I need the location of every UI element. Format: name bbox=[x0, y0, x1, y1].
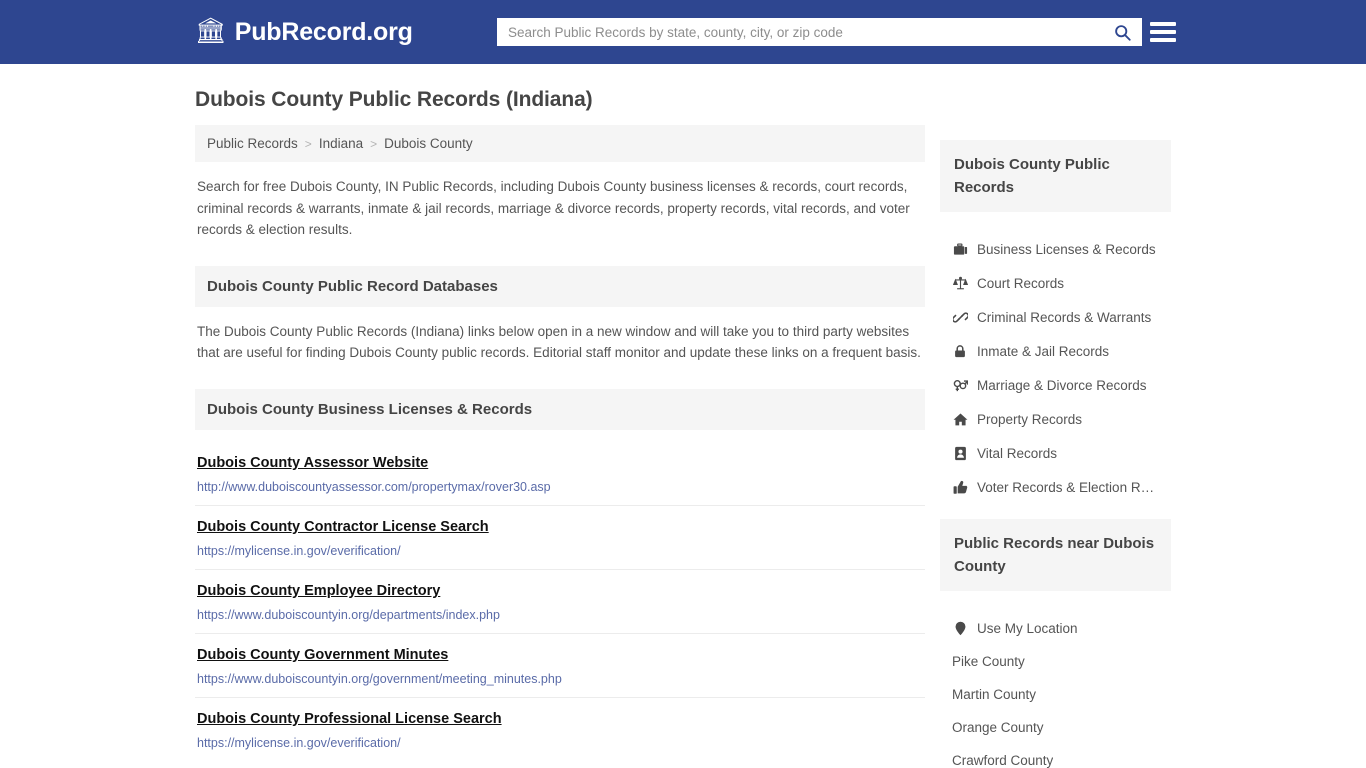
breadcrumb-separator-icon: > bbox=[304, 136, 312, 151]
sidebar-item-label: Martin County bbox=[952, 687, 1037, 702]
venus-mars-icon bbox=[952, 377, 968, 393]
list-item: Dubois County Contractor License Search … bbox=[195, 506, 925, 570]
sidebar-records-list: Business Licenses & Records Court Record… bbox=[940, 227, 1171, 504]
sidebar-panel-title: Dubois County Public Records bbox=[940, 140, 1171, 212]
record-title-link[interactable]: Dubois County Government Minutes bbox=[197, 647, 448, 663]
record-title-link[interactable]: Dubois County Employee Directory bbox=[197, 583, 440, 599]
scales-icon bbox=[952, 275, 968, 291]
breadcrumb: Public Records > Indiana > Dubois County bbox=[195, 125, 925, 162]
databases-paragraph: The Dubois County Public Records (Indian… bbox=[197, 323, 921, 361]
sidebar-item-label: Voter Records & Election R… bbox=[977, 479, 1155, 495]
sidebar-item-crawford-county[interactable]: Crawford County bbox=[940, 744, 1171, 768]
sidebar-item-use-my-location[interactable]: Use My Location bbox=[940, 611, 1171, 645]
sidebar-item-label: Use My Location bbox=[977, 620, 1078, 636]
sidebar-item-label: Pike County bbox=[952, 654, 1025, 669]
hamburger-menu-icon bbox=[1150, 22, 1176, 26]
breadcrumb-separator-icon: > bbox=[370, 136, 378, 151]
sidebar-item-vital-records[interactable]: Vital Records bbox=[940, 436, 1171, 470]
sidebar-item-court-records[interactable]: Court Records bbox=[940, 266, 1171, 300]
breadcrumb-item-indiana[interactable]: Indiana bbox=[319, 136, 363, 151]
breadcrumb-item-public-records[interactable]: Public Records bbox=[207, 136, 298, 151]
sidebar-item-label: Court Records bbox=[977, 275, 1065, 291]
sidebar-item-inmate-jail-records[interactable]: Inmate & Jail Records bbox=[940, 334, 1171, 368]
list-item: Dubois County Government Minutes https:/… bbox=[195, 634, 925, 698]
sidebar-item-business-licenses[interactable]: Business Licenses & Records bbox=[940, 232, 1171, 266]
map-pin-icon bbox=[952, 620, 968, 636]
hamburger-menu-button[interactable] bbox=[1150, 17, 1178, 47]
search-button[interactable] bbox=[1103, 19, 1141, 45]
list-item: Dubois County Employee Directory https:/… bbox=[195, 570, 925, 634]
intro-paragraph: Search for free Dubois County, IN Public… bbox=[197, 179, 910, 237]
record-title-link[interactable]: Dubois County Professional License Searc… bbox=[197, 711, 502, 727]
page-container: Dubois County Public Records (Indiana) P… bbox=[0, 88, 1366, 768]
id-badge-icon bbox=[952, 445, 968, 461]
list-item: Dubois County Professional License Searc… bbox=[195, 698, 925, 761]
breadcrumb-item-dubois-county[interactable]: Dubois County bbox=[384, 136, 473, 151]
page-title: Dubois County Public Records (Indiana) bbox=[195, 88, 593, 111]
lock-icon bbox=[952, 343, 968, 359]
thumbs-up-icon bbox=[952, 479, 968, 495]
bank-icon: 🏛 bbox=[195, 16, 227, 45]
record-url-link[interactable]: http://www.duboiscountyassessor.com/prop… bbox=[197, 480, 923, 494]
record-url-link[interactable]: https://mylicense.in.gov/everification/ bbox=[197, 736, 923, 750]
main-column: Public Records > Indiana > Dubois County… bbox=[195, 125, 925, 768]
sidebar-nearby-list: Use My Location Pike County Martin Count… bbox=[940, 606, 1171, 768]
sidebar: Dubois County Public Records Business Li… bbox=[940, 125, 1171, 768]
sidebar-item-label: Crawford County bbox=[952, 753, 1054, 768]
record-title-link[interactable]: Dubois County Contractor License Search bbox=[197, 519, 489, 535]
sidebar-item-voter-records[interactable]: Voter Records & Election R… bbox=[940, 470, 1171, 504]
record-url-link[interactable]: https://www.duboiscountyin.org/departmen… bbox=[197, 608, 923, 622]
content-layout: Public Records > Indiana > Dubois County… bbox=[195, 125, 1171, 768]
brand-name: PubRecord.org bbox=[234, 17, 413, 46]
sidebar-item-label: Property Records bbox=[977, 411, 1083, 427]
sidebar-item-martin-county[interactable]: Martin County bbox=[940, 678, 1171, 711]
sidebar-item-label: Criminal Records & Warrants bbox=[977, 309, 1152, 325]
record-url-link[interactable]: https://www.duboiscountyin.org/governmen… bbox=[197, 672, 923, 686]
sidebar-panel-title: Public Records near Dubois County bbox=[940, 519, 1171, 591]
handcuffs-icon bbox=[952, 309, 968, 325]
search-input[interactable] bbox=[498, 19, 1103, 45]
record-link-list: Dubois County Assessor Website http://ww… bbox=[195, 442, 925, 761]
home-icon bbox=[952, 411, 968, 427]
search-bar bbox=[497, 18, 1142, 46]
briefcase-icon bbox=[952, 241, 968, 257]
sidebar-panel-records: Dubois County Public Records Business Li… bbox=[940, 140, 1171, 504]
record-url-link[interactable]: https://mylicense.in.gov/everification/ bbox=[197, 544, 923, 558]
record-title-link[interactable]: Dubois County Assessor Website bbox=[197, 455, 428, 471]
section-header-databases: Dubois County Public Record Databases bbox=[195, 265, 925, 307]
hamburger-menu-icon bbox=[1150, 30, 1176, 34]
sidebar-item-label: Inmate & Jail Records bbox=[977, 343, 1110, 359]
sidebar-item-label: Business Licenses & Records bbox=[977, 241, 1156, 257]
sidebar-item-label: Orange County bbox=[952, 720, 1044, 735]
sidebar-item-orange-county[interactable]: Orange County bbox=[940, 711, 1171, 744]
list-item: Dubois County Assessor Website http://ww… bbox=[195, 442, 925, 506]
sidebar-item-pike-county[interactable]: Pike County bbox=[940, 645, 1171, 678]
sidebar-panel-nearby: Public Records near Dubois County Use My… bbox=[940, 519, 1171, 768]
sidebar-item-marriage-divorce-records[interactable]: Marriage & Divorce Records bbox=[940, 368, 1171, 402]
sidebar-item-property-records[interactable]: Property Records bbox=[940, 402, 1171, 436]
site-header: 🏛 PubRecord.org bbox=[0, 0, 1366, 64]
search-icon bbox=[1114, 24, 1131, 41]
sidebar-item-criminal-records[interactable]: Criminal Records & Warrants bbox=[940, 300, 1171, 334]
hamburger-menu-icon bbox=[1150, 38, 1176, 42]
sidebar-item-label: Vital Records bbox=[977, 445, 1058, 461]
brand-logo-link[interactable]: 🏛 PubRecord.org bbox=[195, 18, 413, 47]
see-all-row: See all Dubois County Business Licenses … bbox=[195, 761, 925, 768]
section-header-business-licenses: Dubois County Business Licenses & Record… bbox=[195, 388, 925, 430]
sidebar-item-label: Marriage & Divorce Records bbox=[977, 377, 1147, 393]
